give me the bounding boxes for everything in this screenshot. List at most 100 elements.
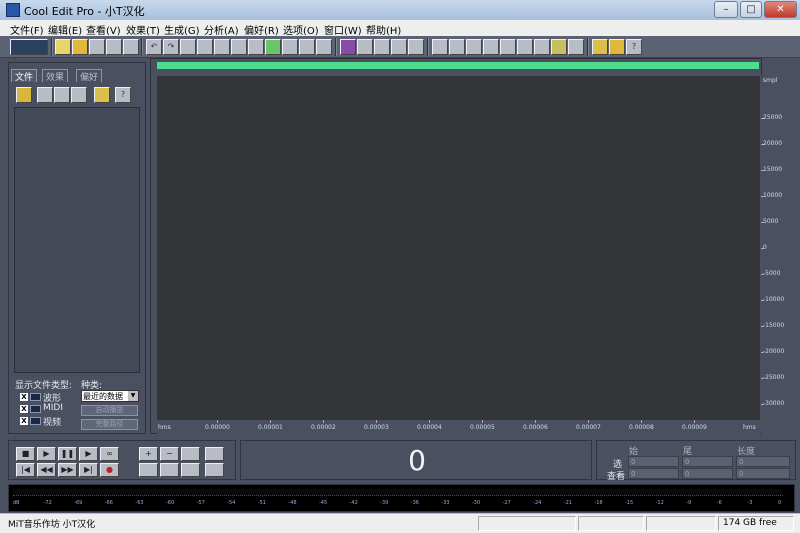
save-as-icon[interactable] [106,39,122,55]
status-bar: MiT音乐作坊 小T汉化 174 GB free [0,513,800,533]
checkbox-midi[interactable]: X [20,405,28,413]
menu-window[interactable]: 窗口(W) [324,22,362,37]
mix-paste-icon[interactable] [282,39,298,55]
copy-icon[interactable] [197,39,213,55]
snap-ruler-icon[interactable] [408,39,424,55]
view-end-field[interactable]: 0 [682,468,733,479]
sort-select[interactable]: 最近的数据 ▼ [81,390,139,402]
loop-button[interactable]: ∞ [100,447,119,461]
go-to-end-button[interactable]: ▶| [79,463,98,477]
stop-button[interactable]: ■ [16,447,35,461]
waveform-display[interactable] [157,76,760,420]
menu-generate[interactable]: 生成(G) [164,22,200,37]
zero-cross-icon[interactable] [374,39,390,55]
open-folder-icon[interactable] [16,87,32,103]
maximize-button[interactable]: □ [740,1,762,18]
edit-file-icon[interactable] [54,87,70,103]
go-to-start-button[interactable]: |◀ [16,463,35,477]
grid-icon[interactable] [466,39,482,55]
settings-icon[interactable] [592,39,608,55]
overview-bar[interactable] [157,62,759,69]
open-file-icon[interactable] [72,39,88,55]
menu-effects[interactable]: 效果(T) [126,22,160,37]
autoplay-button[interactable]: 自动播放 [81,405,138,416]
bits-icon[interactable] [534,39,550,55]
menu-help[interactable]: 帮助(H) [366,22,401,37]
rewind-button[interactable]: ◀◀ [37,463,56,477]
minimize-button[interactable]: – [714,1,738,18]
zoom-icon[interactable] [500,39,516,55]
menu-favorites[interactable]: 偏好(R) [244,22,279,37]
delete-icon[interactable] [316,39,332,55]
save-icon[interactable] [89,39,105,55]
level-meter-tick: -12 [655,500,664,506]
view-begin-field[interactable]: 0 [628,468,679,479]
zoom-vertical-out-icon[interactable] [181,463,200,477]
snap-icon[interactable] [391,39,407,55]
checkbox-video[interactable]: X [20,417,28,425]
checkbox-wave[interactable]: X [20,393,28,401]
play-to-end-button[interactable]: ▶ [79,447,98,461]
zoom-right-icon[interactable] [205,463,224,477]
menu-view[interactable]: 查看(V) [86,22,121,37]
markers-icon[interactable] [483,39,499,55]
frequency-icon[interactable] [517,39,533,55]
file-list[interactable] [14,107,140,373]
copy-new-icon[interactable] [214,39,230,55]
view-row-label: 查看 [607,472,626,482]
tab-effects[interactable]: 效果 [42,69,69,83]
tab-files[interactable]: 文件 [11,69,38,83]
tab-favorites[interactable]: 偏好 [76,69,103,83]
paste-new-icon[interactable] [265,39,281,55]
selection-begin-field[interactable]: 0 [628,456,679,467]
menu-analyze[interactable]: 分析(A) [204,22,239,37]
zoom-left-icon[interactable] [205,447,224,461]
pause-button[interactable]: ❚❚ [58,447,77,461]
close-doc-icon[interactable] [37,87,53,103]
favorites-icon[interactable] [609,39,625,55]
spectral-bar-icon[interactable] [449,39,465,55]
zoom-full-icon[interactable] [181,447,200,461]
zoom-out-icon[interactable]: − [160,447,179,461]
close-file-icon[interactable] [123,39,139,55]
selection-length-field[interactable]: 0 [736,456,790,467]
play-button[interactable]: ▶ [37,447,56,461]
help-icon[interactable]: ? [115,87,131,103]
menu-options[interactable]: 选项(O) [283,22,319,37]
repeat-icon[interactable] [180,39,196,55]
view-length-field[interactable]: 0 [736,468,790,479]
cue-list-icon[interactable] [568,39,584,55]
cut-icon[interactable] [231,39,247,55]
level-meter-tick: -24 [533,500,542,506]
info-icon[interactable] [551,39,567,55]
multitrack-toggle-button[interactable] [10,39,48,55]
insert-icon[interactable] [71,87,87,103]
chevron-down-icon[interactable]: ▼ [128,391,138,401]
new-file-icon[interactable] [55,39,71,55]
fast-forward-button[interactable]: ▶▶ [58,463,77,477]
time-unit-right: hms [743,424,756,431]
amplitude-tick: -10000 [763,296,785,303]
undo-icon[interactable]: ↶ [146,39,162,55]
record-button[interactable]: ● [100,463,119,477]
close-button[interactable]: ✕ [764,1,797,18]
select-all-icon[interactable] [357,39,373,55]
full-path-button[interactable]: 完整路径 [81,419,138,430]
selection-end-field[interactable]: 0 [682,456,733,467]
zoom-vertical-in-icon[interactable] [160,463,179,477]
status-segment [478,516,576,531]
menu-file[interactable]: 文件(F) [10,22,44,37]
time-tick: 0.00008 [629,424,654,431]
zoom-selection-icon[interactable] [139,463,158,477]
options-icon[interactable] [94,87,110,103]
spectral-view-icon[interactable] [340,39,356,55]
redo-icon[interactable]: ↷ [163,39,179,55]
menu-edit[interactable]: 编辑(E) [48,22,82,37]
level-meter-tick: -57 [196,500,205,506]
zoom-in-icon[interactable]: + [139,447,158,461]
help-icon[interactable]: ? [626,39,642,55]
trim-icon[interactable] [299,39,315,55]
waveform-view-icon[interactable] [432,39,448,55]
level-meter-tick: -3 [747,500,753,506]
paste-icon[interactable] [248,39,264,55]
